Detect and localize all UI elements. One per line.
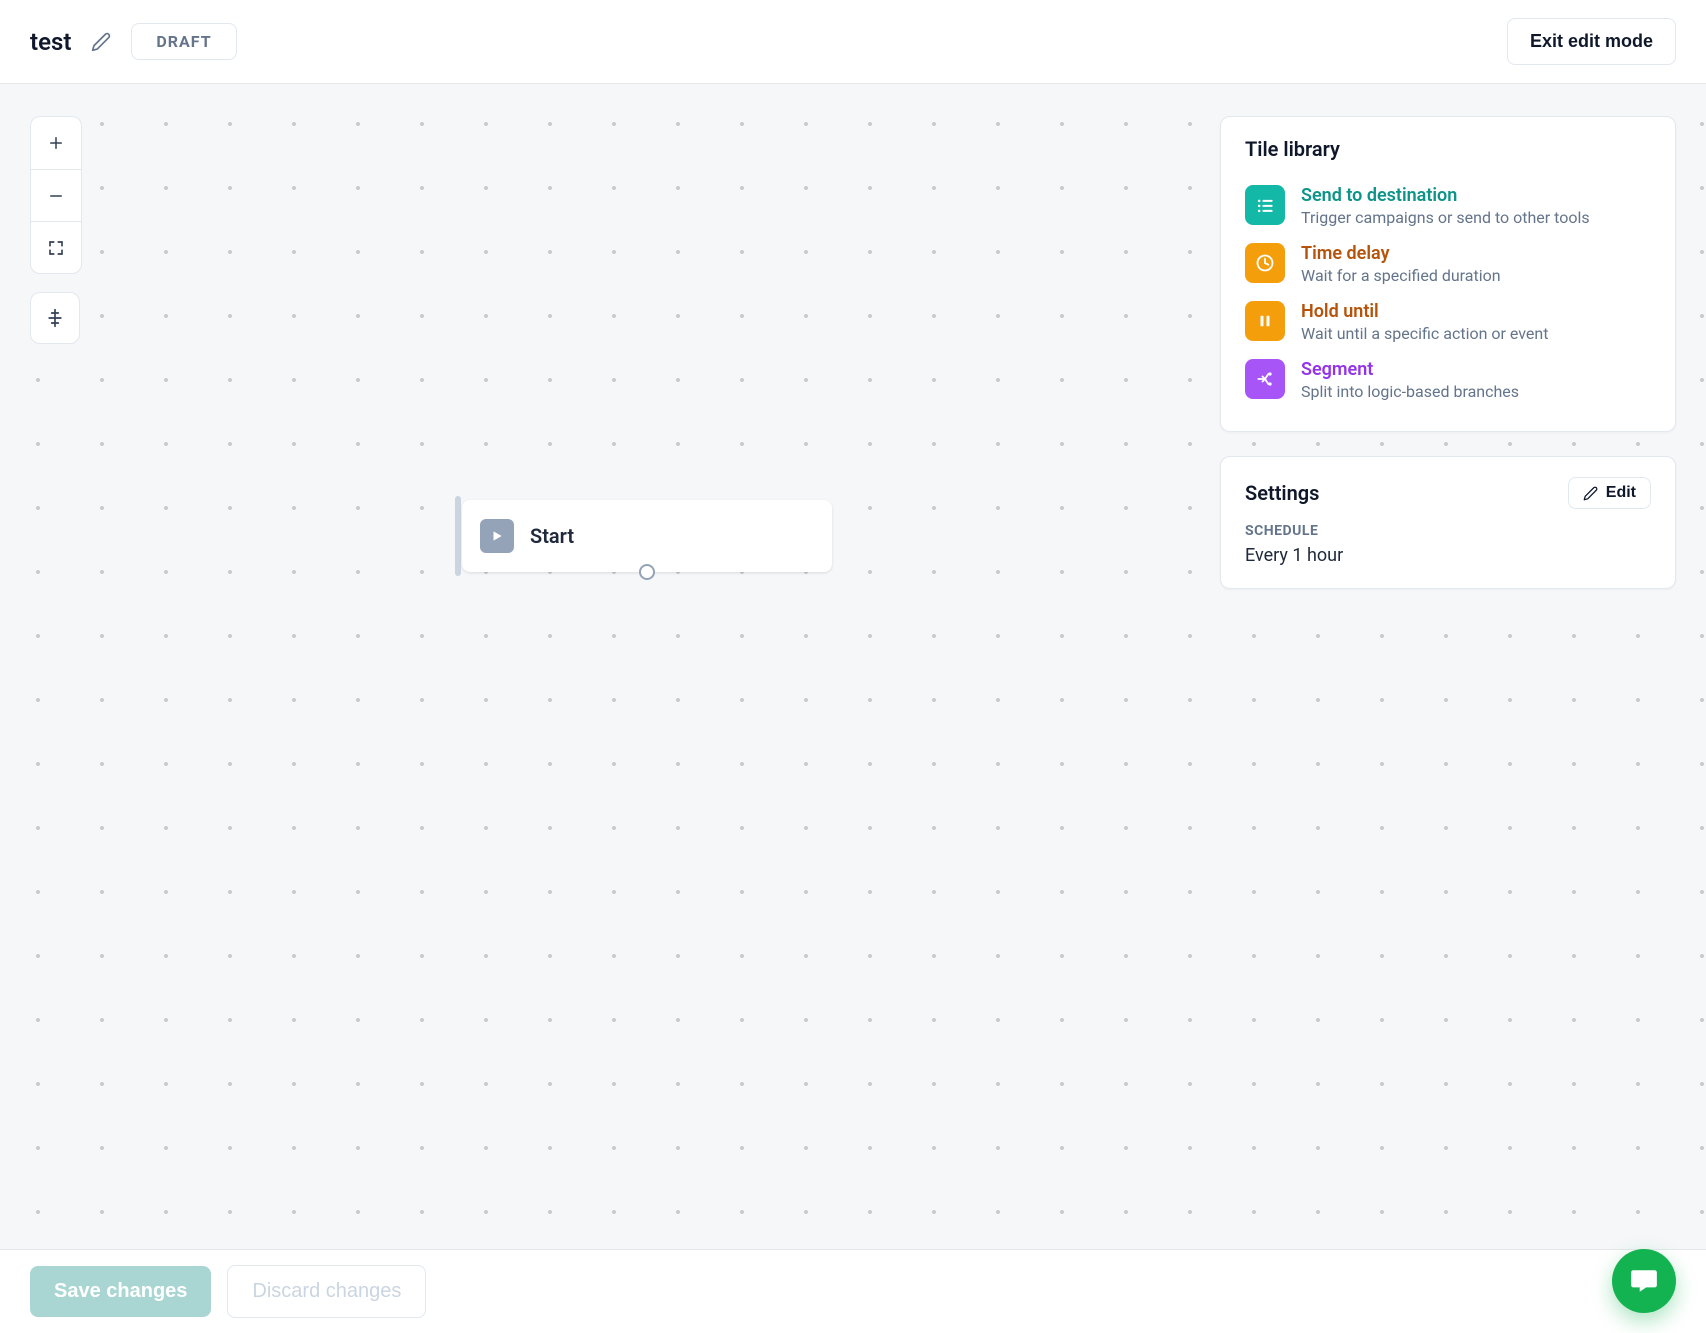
zoom-in-button[interactable] [31,117,81,169]
tile-text: Time delay Wait for a specified duration [1301,243,1501,285]
settings-schedule-label: SCHEDULE [1245,523,1651,539]
edit-settings-label: Edit [1606,484,1636,502]
tile-text: Send to destination Trigger campaigns or … [1301,185,1590,227]
align-icon [45,308,65,328]
fullscreen-icon [47,239,65,257]
rename-button[interactable] [87,28,115,56]
zoom-out-button[interactable] [31,169,81,221]
page-title: test [30,28,71,56]
tile-branch[interactable]: Segment Split into logic-based branches [1245,351,1651,409]
settings-panel: Settings Edit SCHEDULE Every 1 hour [1220,456,1676,589]
tile-title: Segment [1301,359,1519,380]
edit-settings-button[interactable]: Edit [1568,477,1651,509]
pencil-icon [91,32,111,52]
tile-pause[interactable]: Hold until Wait until a specific action o… [1245,293,1651,351]
canvas[interactable]: Start Tile library Send to destination Tr… [0,84,1706,1249]
top-bar: test DRAFT Exit edit mode [0,0,1706,84]
fit-view-button[interactable] [31,221,81,273]
zoom-group [30,116,82,274]
auto-layout-button[interactable] [30,292,80,344]
tile-list: Send to destination Trigger campaigns or … [1245,177,1651,409]
list-icon [1245,185,1285,225]
pause-icon [1245,301,1285,341]
settings-header: Settings Edit [1245,477,1651,509]
footer-bar: Save changes Discard changes [0,1249,1706,1333]
side-panels: Tile library Send to destination Trigger … [1220,116,1676,589]
start-node-accent [455,496,461,576]
zoom-controls [30,116,82,344]
start-node-label: Start [530,524,574,548]
minus-icon [47,187,65,205]
tile-desc: Wait for a specified duration [1301,266,1501,285]
tile-desc: Wait until a specific action or event [1301,324,1548,343]
status-badge: DRAFT [131,23,236,60]
tile-library-title: Tile library [1245,137,1651,161]
tile-desc: Trigger campaigns or send to other tools [1301,208,1590,227]
tile-desc: Split into logic-based branches [1301,382,1519,401]
play-icon [480,519,514,553]
tile-text: Segment Split into logic-based branches [1301,359,1519,401]
plus-icon [47,134,65,152]
start-node-output-port[interactable] [639,564,655,580]
save-changes-button[interactable]: Save changes [30,1266,211,1317]
tile-text: Hold until Wait until a specific action o… [1301,301,1548,343]
tile-library-panel: Tile library Send to destination Trigger … [1220,116,1676,432]
tile-title: Send to destination [1301,185,1590,206]
chat-icon [1629,1266,1659,1296]
branch-icon [1245,359,1285,399]
settings-schedule-value: Every 1 hour [1245,545,1651,566]
tile-clock[interactable]: Time delay Wait for a specified duration [1245,235,1651,293]
exit-edit-mode-button[interactable]: Exit edit mode [1507,18,1676,65]
pencil-icon [1583,486,1598,501]
start-node[interactable]: Start [462,500,832,572]
tile-title: Time delay [1301,243,1501,264]
settings-title: Settings [1245,481,1319,505]
tile-title: Hold until [1301,301,1548,322]
discard-changes-button[interactable]: Discard changes [227,1265,426,1318]
clock-icon [1245,243,1285,283]
tile-list[interactable]: Send to destination Trigger campaigns or … [1245,177,1651,235]
chat-launcher-button[interactable] [1612,1249,1676,1313]
top-bar-left: test DRAFT [30,23,237,60]
